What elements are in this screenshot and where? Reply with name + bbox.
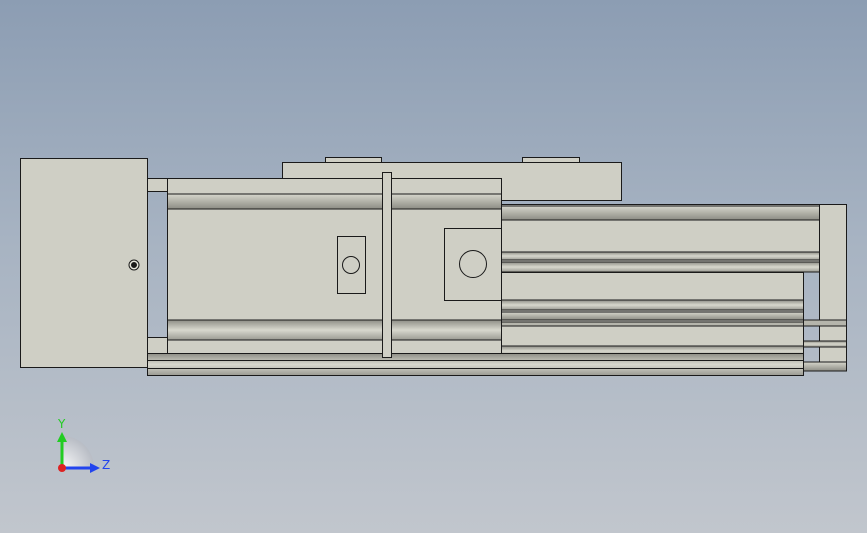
divider-plate[interactable] [382,172,392,358]
coupling-collar[interactable] [147,178,168,192]
motor-screw-icon [128,259,140,271]
bearing-hole-icon [459,250,487,278]
triad-z-label: Z [102,458,110,472]
graphics-viewport[interactable]: Y Z [0,0,867,533]
base-rail[interactable] [147,353,804,376]
cad-model-view[interactable]: Y Z [0,0,867,533]
motor-block[interactable] [20,158,148,368]
orientation-triad: Y Z [57,417,110,473]
triad-y-label: Y [57,417,66,431]
sensor-hole-icon [342,256,360,274]
